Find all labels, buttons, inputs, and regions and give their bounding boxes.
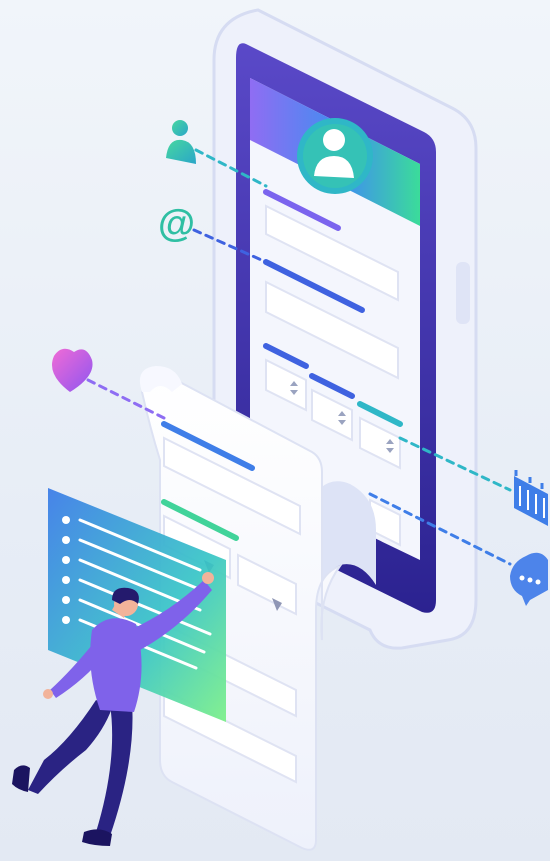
phone-side-button <box>456 262 470 324</box>
user-icon <box>166 120 196 164</box>
chat-bubble-icon <box>510 552 548 606</box>
calendar-icon <box>514 470 548 526</box>
svg-text:@: @ <box>158 203 195 245</box>
person-hand <box>202 572 214 584</box>
form-illustration: @ <box>12 8 548 851</box>
person-front-shoe <box>82 829 112 846</box>
person-back-shoe <box>12 765 30 792</box>
heart-icon <box>52 348 93 392</box>
avatar-icon <box>297 118 373 194</box>
at-sign-icon: @ <box>158 203 195 245</box>
